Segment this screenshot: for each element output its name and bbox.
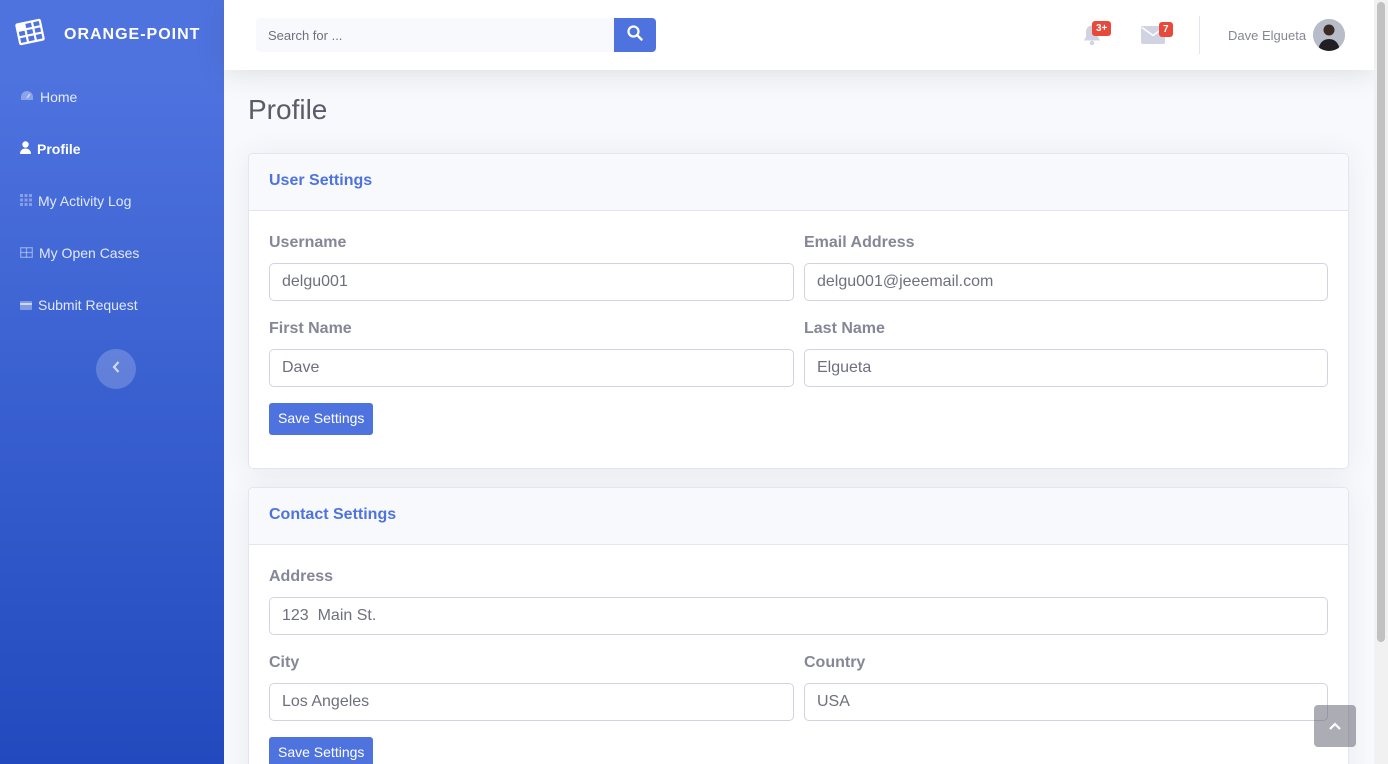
country-label: Country bbox=[804, 654, 866, 671]
topbar: 3+ 7 Dave Elgueta bbox=[224, 0, 1374, 70]
scrollbar-thumb[interactable] bbox=[1377, 2, 1385, 642]
address-field[interactable] bbox=[269, 597, 1328, 635]
contact-settings-card: Contact Settings Address City Country Sa… bbox=[248, 487, 1349, 764]
card-header-user-settings: User Settings bbox=[249, 154, 1348, 211]
save-contact-settings-button[interactable]: Save Settings bbox=[269, 737, 374, 764]
topbar-divider bbox=[1199, 16, 1200, 54]
chevron-left-icon bbox=[112, 360, 120, 378]
last-name-field[interactable] bbox=[804, 349, 1328, 387]
card-header-contact-settings: Contact Settings bbox=[249, 488, 1348, 545]
username-field[interactable] bbox=[269, 263, 794, 301]
search-button[interactable] bbox=[614, 18, 656, 52]
sidebar-item-open-cases[interactable]: My Open Cases bbox=[0, 227, 224, 279]
sidebar-item-profile[interactable]: Profile bbox=[0, 123, 224, 175]
messages-badge: 7 bbox=[1159, 22, 1173, 37]
card-icon bbox=[20, 297, 32, 313]
brand[interactable]: ORANGE-POINT bbox=[14, 18, 200, 51]
email-label: Email Address bbox=[804, 234, 915, 251]
sidebar-item-submit-request[interactable]: Submit Request bbox=[0, 279, 224, 331]
alerts-badge: 3+ bbox=[1092, 21, 1112, 36]
address-label: Address bbox=[269, 568, 334, 585]
user-settings-card: User Settings Username Email Address Fir… bbox=[248, 153, 1349, 469]
table-icon bbox=[20, 245, 33, 261]
country-field[interactable] bbox=[804, 683, 1328, 721]
page-scrollbar[interactable] bbox=[1374, 0, 1388, 764]
city-label: City bbox=[269, 654, 300, 671]
city-field[interactable] bbox=[269, 683, 794, 721]
search-bar bbox=[256, 18, 656, 52]
user-icon bbox=[20, 141, 31, 157]
first-name-label: First Name bbox=[269, 320, 352, 337]
brand-name: ORANGE-POINT bbox=[64, 25, 201, 43]
sidebar-item-label: Home bbox=[40, 89, 78, 105]
last-name-label: Last Name bbox=[804, 320, 885, 337]
sidebar-toggle-button[interactable] bbox=[96, 349, 136, 389]
sidebar-item-label: My Open Cases bbox=[39, 245, 140, 261]
sidebar: ORANGE-POINT Home Profile My Activity Lo… bbox=[0, 0, 224, 764]
username-label: Username bbox=[269, 234, 347, 251]
scroll-to-top-button[interactable] bbox=[1314, 705, 1356, 747]
grid-icon bbox=[20, 193, 32, 209]
tachometer-icon bbox=[20, 89, 34, 105]
page-title: Profile bbox=[248, 94, 328, 125]
search-icon bbox=[627, 24, 643, 46]
grid-table-icon bbox=[14, 18, 47, 51]
email-field[interactable] bbox=[804, 263, 1328, 301]
sidebar-item-label: Submit Request bbox=[38, 297, 138, 313]
sidebar-item-label: My Activity Log bbox=[38, 193, 132, 209]
messages-button[interactable]: 7 bbox=[1141, 22, 1173, 49]
sidebar-item-home[interactable]: Home bbox=[0, 71, 224, 123]
save-user-settings-button[interactable]: Save Settings bbox=[269, 403, 374, 435]
avatar[interactable] bbox=[1313, 19, 1345, 51]
user-name[interactable]: Dave Elgueta bbox=[1228, 28, 1306, 43]
sidebar-item-label: Profile bbox=[37, 141, 81, 157]
chevron-up-icon bbox=[1329, 717, 1341, 735]
search-input[interactable] bbox=[256, 18, 614, 52]
first-name-field[interactable] bbox=[269, 349, 794, 387]
sidebar-nav: Home Profile My Activity Log My Open Cas… bbox=[0, 71, 224, 331]
alerts-button[interactable]: 3+ bbox=[1082, 21, 1112, 51]
sidebar-item-activity-log[interactable]: My Activity Log bbox=[0, 175, 224, 227]
